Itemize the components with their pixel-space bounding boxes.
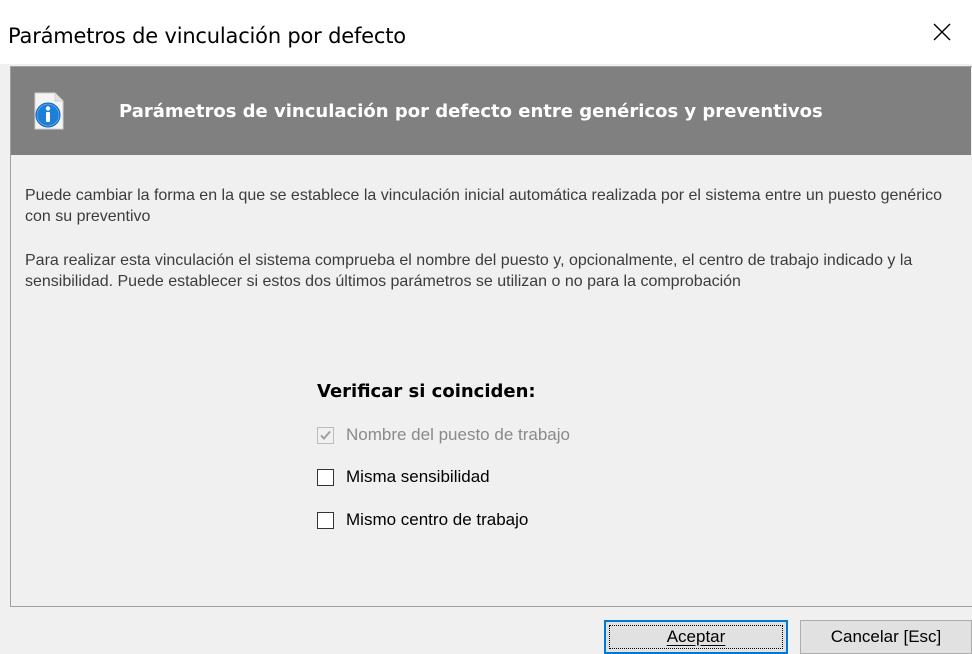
info-icon [34,92,64,130]
close-icon [933,23,951,41]
checkmark-icon [320,430,331,440]
header-band: Parámetros de vinculación por defecto en… [11,67,971,155]
same-workplace-checkbox[interactable] [317,511,334,529]
verify-title: Verificar si coinciden: [317,381,536,402]
job-name-checkbox [317,426,334,444]
checkbox-row-workplace[interactable]: Mismo centro de trabajo [317,508,528,532]
same-sensitivity-label[interactable]: Misma sensibilidad [346,467,490,487]
header-title: Parámetros de vinculación por defecto en… [119,101,823,122]
description-paragraph-1: Puede cambiar la forma en la que se esta… [25,187,942,225]
cancel-button[interactable]: Cancelar [Esc] [800,620,972,654]
same-workplace-label[interactable]: Mismo centro de trabajo [346,510,528,530]
checkbox-row-job-name: Nombre del puesto de trabajo [317,423,570,447]
accept-button[interactable]: Aceptar [604,620,788,654]
title-bar: Parámetros de vinculación por defecto [0,0,972,64]
description-paragraph-2: Para realizar esta vinculación el sistem… [25,252,913,290]
bottom-separator [10,606,972,607]
job-name-label: Nombre del puesto de trabajo [346,425,570,444]
same-sensitivity-checkbox[interactable] [317,468,334,486]
cancel-button-label: Cancelar [Esc] [830,627,942,646]
dialog-window: Parámetros de vinculación por defecto Pa… [0,0,972,654]
close-button[interactable] [912,0,972,64]
checkbox-row-sensitivity[interactable]: Misma sensibilidad [317,465,490,489]
accept-button-label: Aceptar [666,627,726,646]
content-panel: Parámetros de vinculación por defecto en… [10,66,972,607]
window-title: Parámetros de vinculación por defecto [8,24,406,48]
